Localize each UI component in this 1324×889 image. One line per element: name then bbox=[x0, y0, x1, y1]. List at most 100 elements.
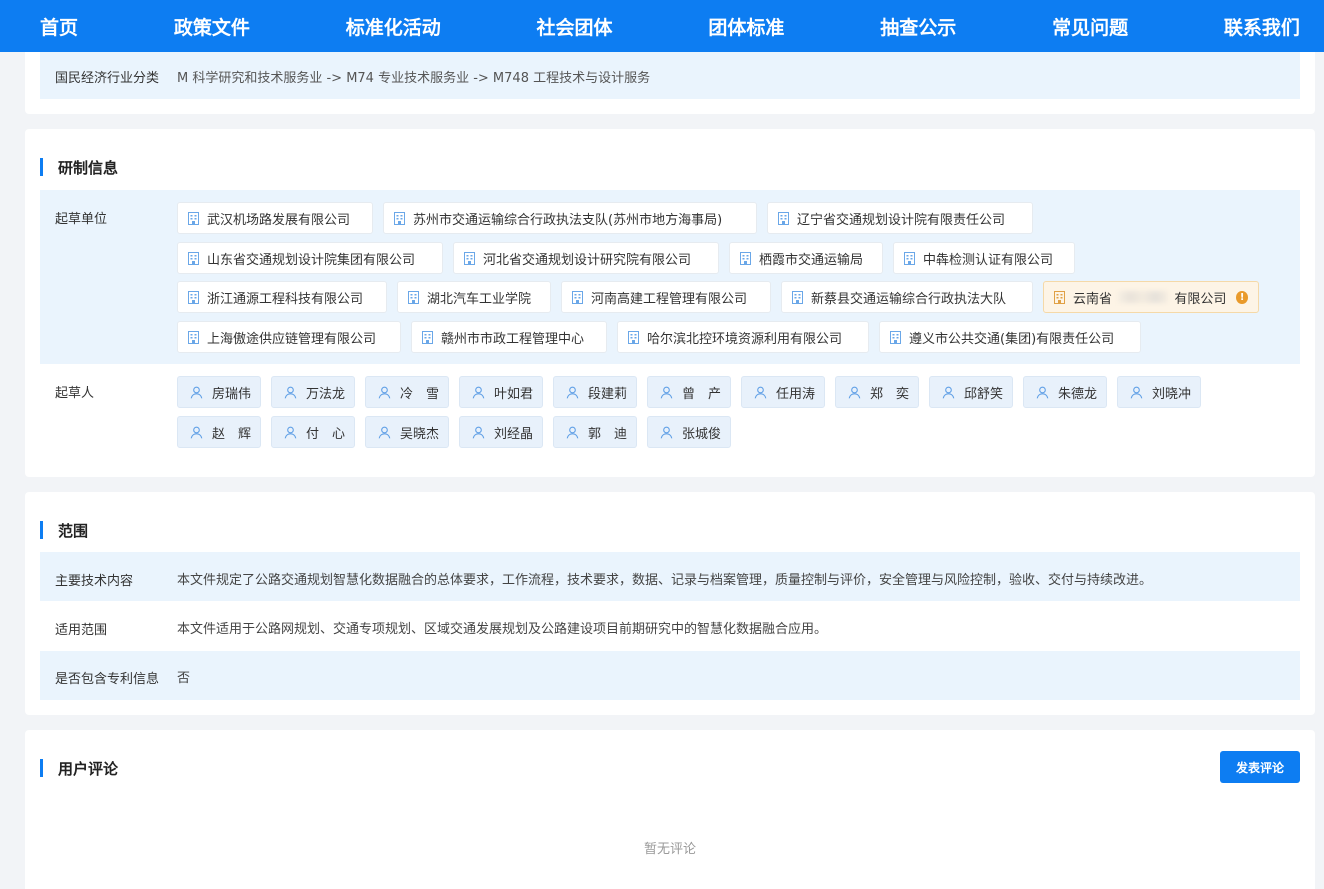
drafter-name: 吴晓杰 bbox=[400, 426, 440, 442]
nav-standardization-activities[interactable]: 标准化活动 bbox=[346, 13, 441, 40]
drafter-tag[interactable]: 叶如君 bbox=[459, 376, 543, 408]
building-icon bbox=[778, 211, 789, 225]
post-comment-button[interactable]: 发表评论 bbox=[1220, 751, 1300, 783]
person-icon bbox=[378, 386, 391, 399]
drafting-unit-name: 栖霞市交通运输局 bbox=[759, 252, 864, 268]
drafters-label: 起草人 bbox=[55, 386, 95, 401]
drafter-name: 刘经晶 bbox=[494, 426, 534, 442]
drafting-unit-name: 浙江通源工程科技有限公司 bbox=[207, 291, 364, 307]
drafter-name: 曾 产 bbox=[682, 386, 722, 402]
person-icon bbox=[942, 386, 955, 399]
drafter-tag[interactable]: 房瑞伟 bbox=[177, 376, 261, 408]
building-icon bbox=[408, 290, 419, 304]
scope-row-label: 主要技术内容 bbox=[55, 574, 134, 589]
scope-row-label: 适用范围 bbox=[55, 623, 108, 638]
drafter-name: 万法龙 bbox=[306, 386, 346, 402]
person-icon bbox=[660, 426, 673, 439]
drafter-tag[interactable]: 郭 迪 bbox=[553, 416, 637, 448]
drafter-tag[interactable]: 邱舒笑 bbox=[929, 376, 1013, 408]
nav-contact-us[interactable]: 联系我们 bbox=[1224, 13, 1300, 40]
section-title-scope: 范围 bbox=[40, 520, 88, 540]
nav-spot-check-notice[interactable]: 抽查公示 bbox=[880, 13, 956, 40]
building-icon bbox=[188, 290, 199, 304]
drafting-unit-tag-warning[interactable]: 云南省 有限公司! bbox=[1043, 281, 1259, 313]
building-icon bbox=[1054, 290, 1065, 304]
redacted-text bbox=[1118, 291, 1169, 303]
drafting-unit-name: 山东省交通规划设计院集团有限公司 bbox=[207, 252, 416, 268]
person-icon bbox=[472, 386, 485, 399]
building-icon bbox=[904, 251, 915, 265]
drafting-unit-name: 赣州市市政工程管理中心 bbox=[441, 331, 585, 347]
drafting-unit-tag[interactable]: 浙江通源工程科技有限公司 bbox=[177, 281, 387, 313]
nav-social-organizations[interactable]: 社会团体 bbox=[537, 13, 613, 40]
building-icon bbox=[394, 211, 405, 225]
building-icon bbox=[792, 290, 803, 304]
no-comments-text: 暂无评论 bbox=[643, 842, 696, 857]
drafter-tag[interactable]: 郑 奕 bbox=[835, 376, 919, 408]
drafting-unit-tag[interactable]: 遵义市公共交通(集团)有限责任公司 bbox=[879, 321, 1141, 353]
drafting-unit-tag[interactable]: 赣州市市政工程管理中心 bbox=[411, 321, 607, 353]
drafting-unit-name: 辽宁省交通规划设计院有限责任公司 bbox=[797, 212, 1006, 228]
nav-faq[interactable]: 常见问题 bbox=[1052, 13, 1128, 40]
drafter-tag[interactable]: 曾 产 bbox=[647, 376, 731, 408]
person-icon bbox=[284, 426, 297, 439]
building-icon bbox=[188, 330, 199, 344]
drafter-name: 张城俊 bbox=[682, 426, 722, 442]
industry-value: M 科学研究和技术服务业 -> M74 专业技术服务业 -> M748 工程技术… bbox=[177, 71, 651, 86]
person-icon bbox=[472, 426, 485, 439]
drafter-tag[interactable]: 任用涛 bbox=[741, 376, 825, 408]
drafting-units-row: 起草单位 武汉机场路发展有限公司 苏州市交通运输综合行政执法支队(苏州市地方海事… bbox=[40, 190, 1300, 364]
nav-home[interactable]: 首页 bbox=[40, 13, 78, 40]
drafter-name: 房瑞伟 bbox=[212, 386, 252, 402]
section-title-comments: 用户评论 bbox=[40, 758, 118, 778]
drafter-name: 刘晓冲 bbox=[1152, 386, 1192, 402]
drafting-unit-tag[interactable]: 山东省交通规划设计院集团有限公司 bbox=[177, 242, 443, 274]
drafter-tag[interactable]: 吴晓杰 bbox=[365, 416, 449, 448]
drafting-unit-tag[interactable]: 栖霞市交通运输局 bbox=[729, 242, 883, 274]
drafter-tag[interactable]: 万法龙 bbox=[271, 376, 355, 408]
building-icon bbox=[628, 330, 639, 344]
drafting-unit-tag[interactable]: 河南高建工程管理有限公司 bbox=[561, 281, 771, 313]
drafting-unit-tag[interactable]: 中犇检测认证有限公司 bbox=[893, 242, 1075, 274]
drafting-unit-tag[interactable]: 辽宁省交通规划设计院有限责任公司 bbox=[767, 202, 1033, 234]
scope-card: 范围 主要技术内容 本文件规定了公路交通规划智慧化数据融合的总体要求，工作流程，… bbox=[25, 492, 1315, 715]
nav-group-standards[interactable]: 团体标准 bbox=[708, 13, 784, 40]
drafter-tag[interactable]: 朱德龙 bbox=[1023, 376, 1107, 408]
drafter-name: 朱德龙 bbox=[1058, 386, 1098, 402]
drafter-tag[interactable]: 张城俊 bbox=[647, 416, 731, 448]
drafting-unit-tag[interactable]: 武汉机场路发展有限公司 bbox=[177, 202, 373, 234]
drafter-tag[interactable]: 刘经晶 bbox=[459, 416, 543, 448]
drafting-unit-tag[interactable]: 哈尔滨北控环境资源利用有限公司 bbox=[617, 321, 869, 353]
drafting-unit-name: 河北省交通规划设计研究院有限公司 bbox=[483, 252, 692, 268]
scope-row-applicability: 适用范围 本文件适用于公路网规划、交通专项规划、区域交通发展规划及公路建设项目前… bbox=[40, 601, 1300, 651]
drafting-unit-tag[interactable]: 苏州市交通运输综合行政执法支队(苏州市地方海事局) bbox=[383, 202, 757, 234]
drafter-name: 冷 雪 bbox=[400, 386, 440, 402]
building-icon bbox=[740, 251, 751, 265]
drafter-tag[interactable]: 赵 辉 bbox=[177, 416, 261, 448]
drafting-unit-tag[interactable]: 湖北汽车工业学院 bbox=[397, 281, 551, 313]
building-icon bbox=[890, 330, 901, 344]
industry-label: 国民经济行业分类 bbox=[55, 71, 160, 86]
drafter-name: 任用涛 bbox=[776, 386, 816, 402]
drafting-unit-name: 湖北汽车工业学院 bbox=[427, 291, 532, 307]
drafting-unit-name: 哈尔滨北控环境资源利用有限公司 bbox=[647, 331, 843, 347]
drafter-tag[interactable]: 冷 雪 bbox=[365, 376, 449, 408]
drafter-tag[interactable]: 付 心 bbox=[271, 416, 355, 448]
scope-row-value: 本文件适用于公路网规划、交通专项规划、区域交通发展规划及公路建设项目前期研究中的… bbox=[177, 622, 828, 637]
drafting-unit-tag[interactable]: 新蔡县交通运输综合行政执法大队 bbox=[781, 281, 1033, 313]
drafting-unit-name: 新蔡县交通运输综合行政执法大队 bbox=[811, 291, 1007, 307]
drafting-unit-name-prefix: 云南省 bbox=[1073, 291, 1113, 307]
drafting-unit-tag[interactable]: 上海傲途供应链管理有限公司 bbox=[177, 321, 401, 353]
warning-icon[interactable]: ! bbox=[1236, 290, 1248, 304]
section-title-development: 研制信息 bbox=[40, 157, 118, 177]
drafting-unit-name: 河南高建工程管理有限公司 bbox=[591, 291, 748, 307]
drafter-tag[interactable]: 刘晓冲 bbox=[1117, 376, 1201, 408]
person-icon bbox=[190, 386, 203, 399]
person-icon bbox=[378, 426, 391, 439]
scope-row-tech-content: 主要技术内容 本文件规定了公路交通规划智慧化数据融合的总体要求，工作流程，技术要… bbox=[40, 552, 1300, 601]
drafter-tag[interactable]: 段建莉 bbox=[553, 376, 637, 408]
drafting-unit-tag[interactable]: 河北省交通规划设计研究院有限公司 bbox=[453, 242, 719, 274]
nav-policy-documents[interactable]: 政策文件 bbox=[174, 13, 250, 40]
comments-card: 用户评论 发表评论 暂无评论 bbox=[25, 730, 1315, 889]
building-icon bbox=[464, 251, 475, 265]
